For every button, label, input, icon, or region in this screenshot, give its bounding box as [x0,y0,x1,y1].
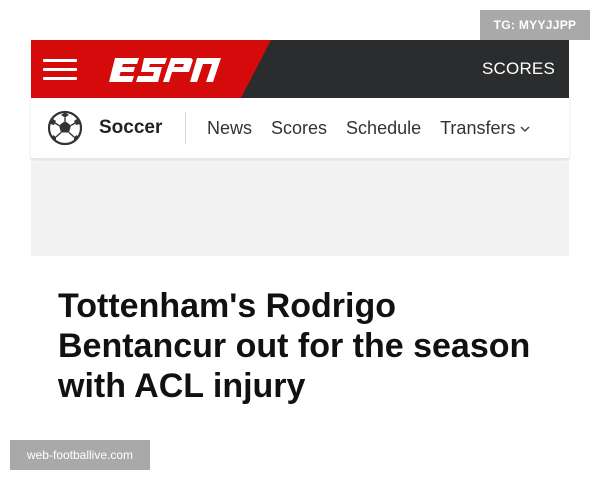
nav-link-transfers[interactable]: Transfers [440,118,530,139]
chevron-down-icon [520,125,530,132]
subnav-divider [185,112,186,144]
watermark-bottom: web-footballive.com [10,440,150,470]
nav-link-transfers-label: Transfers [440,117,516,138]
nav-link-news[interactable]: News [207,118,252,139]
article-headline: Tottenham's Rodrigo Bentancur out for th… [58,287,531,405]
menu-icon[interactable] [43,57,77,83]
scores-link[interactable]: SCORES [482,40,555,98]
ad-placeholder [31,162,569,256]
nav-link-schedule[interactable]: Schedule [346,118,421,139]
subnav-links: News Scores Schedule Transfers [207,98,549,158]
soccer-subnav: Soccer News Scores Schedule Transfers [31,98,569,159]
watermark-top: TG: MYYJJPP [480,10,590,40]
nav-link-scores[interactable]: Scores [271,118,327,139]
soccer-ball-icon[interactable] [47,110,83,146]
espn-logo[interactable] [109,55,223,85]
espn-top-bar: SCORES [31,40,569,98]
section-title-soccer[interactable]: Soccer [99,98,162,158]
page: TG: MYYJJPP SCORES Soccer News Scores Sc… [0,0,600,480]
